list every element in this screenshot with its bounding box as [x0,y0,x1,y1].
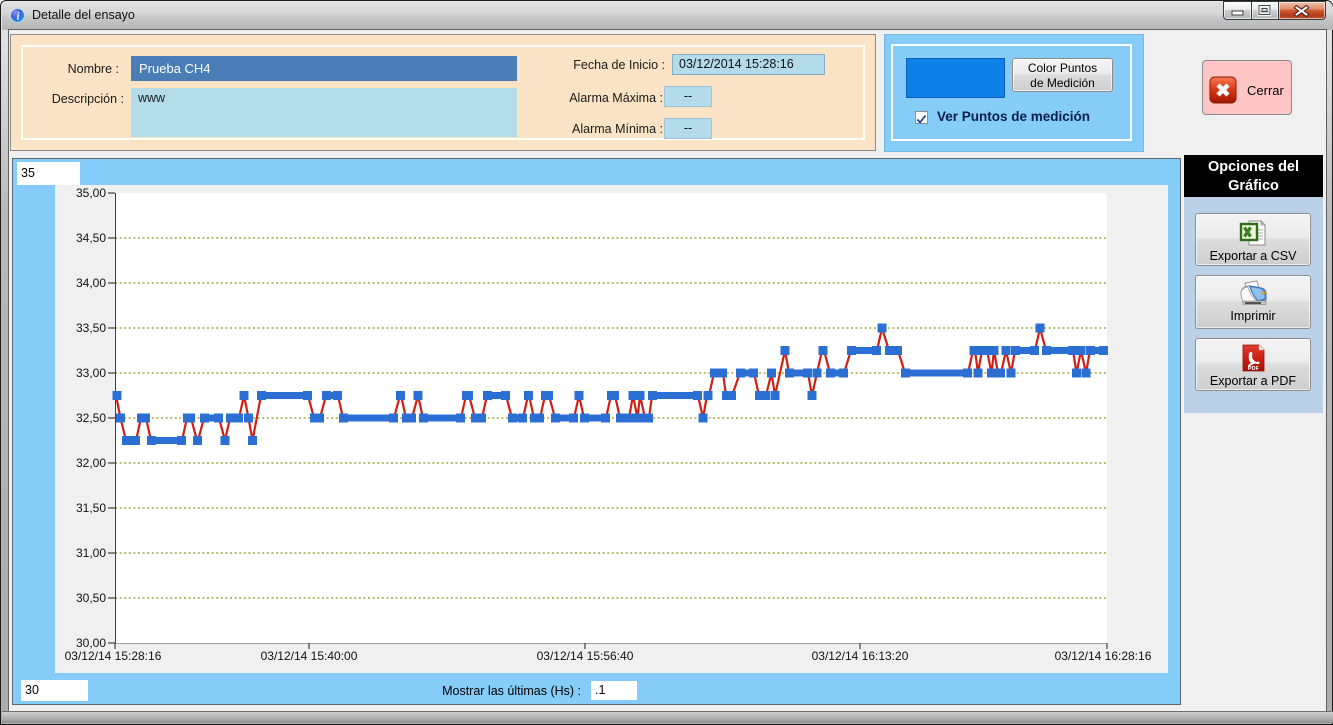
svg-text:31,00: 31,00 [76,546,106,560]
svg-text:32,50: 32,50 [76,411,106,425]
svg-text:35,00: 35,00 [76,186,106,200]
svg-text:30,50: 30,50 [76,591,106,605]
svg-text:34,50: 34,50 [76,231,106,245]
svg-text:34,00: 34,00 [76,276,106,290]
svg-text:03/12/14 15:56:40: 03/12/14 15:56:40 [537,649,634,663]
svg-text:03/12/14 15:40:00: 03/12/14 15:40:00 [261,649,358,663]
svg-text:33,00: 33,00 [76,366,106,380]
svg-text:32,00: 32,00 [76,456,106,470]
svg-text:30,00: 30,00 [76,636,106,650]
svg-text:33,50: 33,50 [76,321,106,335]
svg-text:03/12/14 16:13:20: 03/12/14 16:13:20 [812,649,909,663]
svg-text:PDF: PDF [1248,366,1260,372]
svg-text:03/12/14 15:28:16: 03/12/14 15:28:16 [65,649,162,663]
svg-text:03/12/14 16:28:16: 03/12/14 16:28:16 [1055,649,1152,663]
svg-text:31,50: 31,50 [76,501,106,515]
